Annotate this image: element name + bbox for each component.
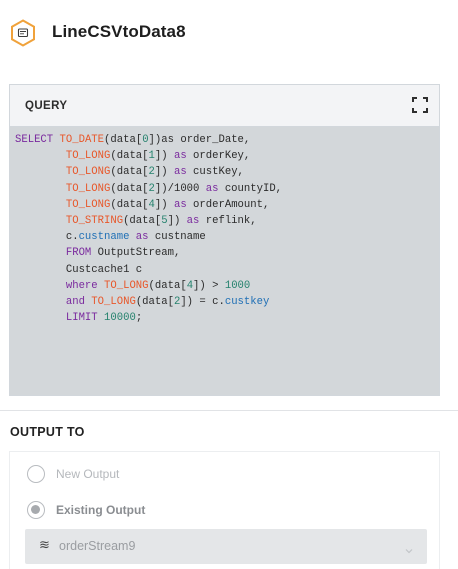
code-line: c.custname as custname [15,229,282,245]
code-token: ]) = c. [180,296,225,309]
code-token: and [65,296,85,309]
code-token: ; [135,312,143,325]
code-token: (data[ [123,215,162,228]
query-label: QUERY [25,100,68,112]
code-token: ]) > [193,279,225,292]
query-code[interactable]: SELECT TO_DATE(data[0])as order_Date, TO… [15,132,282,326]
code-token: custname [148,231,206,244]
code-line: TO_LONG(data[2])/1000 as countyID, [15,181,282,197]
code-line: TO_LONG(data[1]) as orderKey, [15,148,282,164]
code-token: as [186,215,200,228]
code-token: ])/1000 [154,182,206,195]
section-divider [0,410,458,411]
code-line: TO_LONG(data[4]) as orderAmount, [15,197,282,213]
code-token: 10000 [104,312,136,325]
code-token: TO_LONG [65,182,111,195]
code-line: LIMIT 10000; [15,310,282,326]
code-token: ]) [167,215,187,228]
code-line: and TO_LONG(data[2]) = c.custkey [15,294,282,310]
code-token: ]) [154,166,174,179]
code-token: countyID, [218,182,283,195]
output-stream-select[interactable]: ≋ orderStream9 [25,529,427,564]
code-token: as [173,166,187,179]
code-line: SELECT TO_DATE(data[0])as order_Date, [15,132,282,148]
new-output-radio[interactable] [27,465,45,483]
chevron-down-icon [405,542,413,554]
code-token: (data[ [148,279,187,292]
output-stream-value: orderStream9 [59,539,136,553]
code-token: TO_DATE [59,134,105,146]
query-editor[interactable]: SELECT TO_DATE(data[0])as order_Date, TO… [10,127,439,395]
code-token: TO_STRING [65,215,124,228]
stream-icon: ≋ [39,538,50,553]
code-token: TO_LONG [65,166,111,179]
code-token: SELECT [15,134,54,146]
code-token: c. [15,231,79,244]
code-line: TO_STRING(data[5]) as reflink, [15,213,282,229]
code-token: (data[ [110,150,149,163]
code-token: OutputStream, [91,247,181,260]
page-title: LineCSVtoData8 [52,22,186,41]
code-token: ])as order_Date, [148,134,251,146]
code-token: LIMIT [65,312,98,325]
code-token: ]) [154,150,174,163]
code-token: as [135,231,149,244]
code-token: as [205,182,219,195]
code-token: TO_LONG [91,296,136,309]
code-token: as [173,198,187,211]
existing-output-label: Existing Output [56,503,146,517]
fullscreen-icon[interactable] [411,96,429,114]
code-token: (data[ [110,182,149,195]
code-token: where [65,279,98,292]
stream-hexagon-icon [10,19,36,47]
query-panel-header: QUERY [10,85,439,127]
code-token: 1000 [224,279,251,292]
code-token: TO_LONG [65,198,111,211]
code-line: FROM OutputStream, [15,245,282,261]
output-panel: New Output Existing Output ≋ orderStream… [9,451,440,569]
existing-output-radio-option[interactable]: Existing Output [27,500,145,520]
code-token: custKey, [186,166,244,179]
code-token: (data[ [104,134,143,146]
code-token: TO_LONG [65,150,111,163]
page-header: LineCSVtoData8 [0,0,458,66]
code-token: (data[ [110,198,149,211]
code-token: Custcache1 c [15,263,143,276]
code-line: where TO_LONG(data[4]) > 1000 [15,278,282,294]
output-section-label: OUTPUT TO [10,425,85,439]
new-output-label: New Output [56,467,120,481]
code-token: custname [78,231,130,244]
existing-output-radio[interactable] [27,501,45,519]
code-token: TO_LONG [104,279,149,292]
code-token: custkey [224,296,270,309]
code-line: Custcache1 c [15,262,282,278]
code-line: TO_LONG(data[2]) as custKey, [15,164,282,180]
code-token: reflink, [199,215,257,228]
new-output-radio-option[interactable]: New Output [27,464,119,484]
code-token: orderAmount, [186,198,270,211]
query-panel: QUERY SELECT TO_DATE(data[0])as order_Da… [9,84,440,396]
code-token: ]) [154,198,174,211]
code-token: FROM [65,247,92,260]
code-token: as [173,150,187,163]
code-token: orderKey, [186,150,251,163]
code-token: (data[ [135,296,174,309]
code-token: (data[ [110,166,149,179]
